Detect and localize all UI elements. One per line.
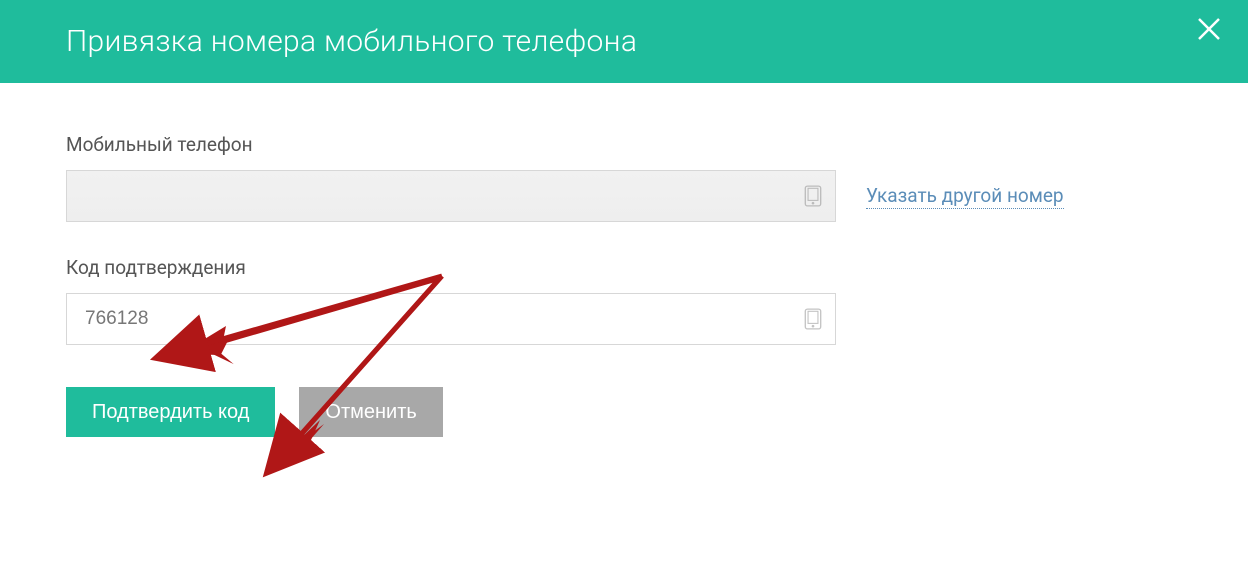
phone-row: Указать другой номер	[66, 170, 1182, 222]
code-input[interactable]	[66, 293, 836, 345]
phone-icon	[804, 308, 822, 330]
close-button[interactable]	[1194, 14, 1224, 44]
cancel-button[interactable]: Отменить	[299, 387, 442, 437]
code-input-wrap	[66, 293, 836, 345]
confirm-button[interactable]: Подтвердить код	[66, 387, 275, 437]
phone-input[interactable]	[66, 170, 836, 222]
modal-title: Привязка номера мобильного телефона	[66, 24, 637, 59]
modal-header: Привязка номера мобильного телефона	[0, 0, 1248, 83]
phone-icon	[804, 185, 822, 207]
code-row	[66, 293, 1182, 345]
phone-input-wrap	[66, 170, 836, 222]
change-number-link[interactable]: Указать другой номер	[866, 184, 1064, 209]
phone-label: Мобильный телефон	[66, 133, 1182, 156]
code-field-group: Код подтверждения	[66, 256, 1182, 345]
phone-field-group: Мобильный телефон Указать другой номер	[66, 133, 1182, 222]
code-label: Код подтверждения	[66, 256, 1182, 279]
button-row: Подтвердить код Отменить	[66, 387, 1182, 437]
modal-body: Мобильный телефон Указать другой номер К…	[0, 83, 1248, 437]
close-icon	[1196, 16, 1222, 42]
